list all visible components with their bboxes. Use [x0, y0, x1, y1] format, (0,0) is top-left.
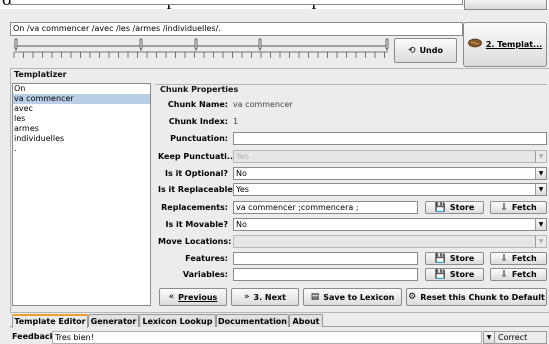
move-locations-label: Move Locations:	[158, 237, 232, 246]
save-to-lexicon-label: Save to Lexicon	[323, 292, 395, 302]
replacements-fetch-button[interactable]: ⇩ Fetch	[490, 201, 547, 214]
fetch-icon: ⇩	[500, 253, 508, 264]
punctuation-input[interactable]	[233, 132, 547, 145]
chevron-down-icon: ▼	[535, 219, 546, 230]
slider-thumb[interactable]	[258, 38, 262, 51]
move-locations-select[interactable]: ▼	[233, 235, 547, 248]
fetch-icon: ⇩	[500, 202, 508, 213]
features-input[interactable]	[233, 252, 418, 265]
templatizer-title: Templatizer	[14, 70, 67, 79]
chunk-list-item[interactable]: On	[13, 84, 150, 94]
replaceable-select[interactable]: Yes ▼	[233, 183, 547, 196]
store-label: Store	[449, 270, 475, 279]
chevron-down-icon: ▼	[535, 236, 546, 247]
previous-button[interactable]: « Previous	[159, 288, 227, 306]
slider-thumb[interactable]	[385, 38, 389, 51]
tab-about[interactable]: About	[289, 314, 323, 327]
save-icon: 💾	[434, 253, 446, 264]
fetch-icon: ⇩	[500, 269, 508, 280]
chunk-list-item[interactable]: individuelles	[13, 134, 150, 144]
optional-value: No	[236, 169, 247, 178]
keep-punctuation-value: Yes	[236, 152, 249, 161]
replacements-store-button[interactable]: 💾 Store	[425, 201, 484, 214]
reset-icon: ⚙	[408, 292, 417, 302]
previous-label: Previous	[178, 292, 218, 302]
feedback-status-select[interactable]: ▼ Correct	[483, 331, 547, 344]
features-fetch-button[interactable]: ⇩ Fetch	[490, 252, 547, 265]
save-icon: 💾	[434, 269, 446, 280]
features-label: Features:	[185, 254, 228, 263]
feedback-input[interactable]: Tres bien!	[52, 331, 482, 344]
reset-chunk-label: Reset this Chunk to Default	[420, 292, 545, 302]
movable-label: Is it Movable?	[165, 220, 228, 229]
next-button[interactable]: » 3. Next	[231, 288, 299, 306]
chunk-list-item[interactable]: .	[13, 144, 150, 154]
chunk-index-value: 1	[233, 117, 239, 126]
undo-button[interactable]: ⟲ Undo	[394, 38, 457, 63]
chunk-list-item[interactable]: va commencer	[13, 94, 150, 104]
chevron-down-icon: ▼	[535, 151, 546, 162]
templatize-icon	[467, 38, 482, 51]
variables-store-button[interactable]: 💾 Store	[425, 268, 484, 281]
slider-graphic[interactable]	[10, 37, 393, 64]
chunk-properties-title: Chunk Properties	[160, 85, 239, 94]
chunk-list-item[interactable]: les	[13, 114, 150, 124]
variables-label: Variables:	[182, 270, 228, 279]
keep-punctuation-select[interactable]: Yes ▼	[233, 150, 547, 163]
tab-generator[interactable]: Generator	[88, 314, 139, 327]
top-field-cut	[10, 0, 463, 5]
chevron-down-icon: ▼	[484, 332, 495, 343]
document-icon: ▤	[310, 292, 320, 302]
chunk-index-label: Chunk Index:	[168, 117, 228, 126]
tab-lexicon-lookup[interactable]: Lexicon Lookup	[139, 314, 216, 327]
movable-select[interactable]: No ▼	[233, 218, 547, 231]
chevron-down-icon: ▼	[535, 184, 546, 195]
chevron-down-icon: ▼	[535, 168, 546, 179]
fetch-label: Fetch	[511, 254, 537, 263]
replaceable-label: Is it Replaceable?	[158, 185, 238, 194]
sentence-field[interactable]: On /va commencer /avec /les /armes /indi…	[10, 22, 463, 36]
chunk-name-label: Chunk Name:	[167, 100, 228, 109]
replaceable-value: Yes	[236, 185, 249, 194]
replacements-input[interactable]: va commencer ;commencera ;	[233, 201, 418, 214]
variables-fetch-button[interactable]: ⇩ Fetch	[490, 268, 547, 281]
save-to-lexicon-button[interactable]: ▤ Save to Lexicon	[303, 288, 402, 306]
keep-punctuation-label: Keep Punctuati...	[158, 152, 237, 161]
replacements-label: Replacements:	[161, 203, 228, 212]
optional-select[interactable]: No ▼	[233, 167, 547, 180]
next-label: 3. Next	[253, 292, 287, 302]
features-store-button[interactable]: 💾 Store	[425, 252, 484, 265]
chunk-list-item[interactable]: avec	[13, 104, 150, 114]
fetch-label: Fetch	[511, 270, 537, 279]
movable-value: No	[236, 220, 247, 229]
store-label: Store	[449, 203, 475, 212]
punctuation-label: Punctuation:	[170, 134, 228, 143]
top-button-cut[interactable]	[464, 0, 547, 10]
chunk-slider-track[interactable]	[10, 37, 393, 64]
undo-label: Undo	[419, 46, 443, 55]
slider-thumb[interactable]	[139, 38, 143, 51]
feedback-status-value: Correct	[498, 333, 528, 342]
templatize-label: 2. Templat...	[485, 40, 543, 49]
fetch-label: Fetch	[511, 203, 537, 212]
tab-documentation[interactable]: Documentation	[216, 314, 289, 327]
double-chevron-right-icon: »	[243, 292, 250, 302]
variables-input[interactable]	[233, 268, 418, 281]
templatize-button[interactable]: 2. Templat...	[463, 22, 547, 67]
chunk-list-item[interactable]: armes	[13, 124, 150, 134]
optional-label: Is it Optional?	[165, 169, 228, 178]
slider-thumb[interactable]	[194, 38, 198, 51]
store-label: Store	[449, 254, 475, 263]
reset-chunk-button[interactable]: ⚙ Reset this Chunk to Default	[406, 288, 547, 306]
chunk-name-value: va commencer	[233, 100, 293, 109]
undo-icon: ⟲	[408, 45, 416, 56]
save-icon: 💾	[434, 202, 446, 213]
feedback-row: Feedback: Tres bien! ▼ Correct	[10, 331, 549, 344]
slider-thumb[interactable]	[14, 38, 18, 51]
double-chevron-left-icon: «	[168, 292, 175, 302]
tab-template-editor[interactable]: Template Editor	[12, 314, 88, 328]
chunk-list[interactable]: On va commencer avec les armes individuelles.	[12, 83, 151, 306]
